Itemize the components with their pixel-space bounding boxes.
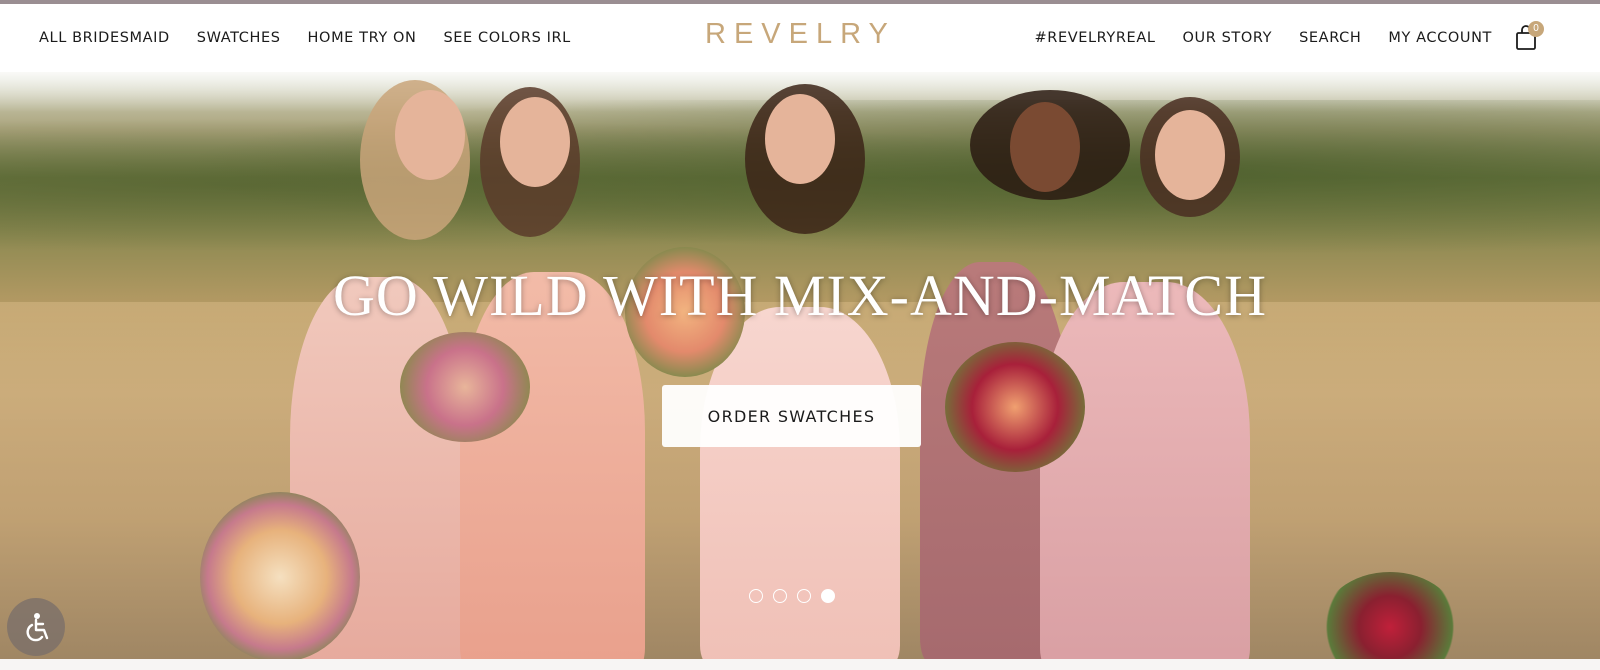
nav-see-colors-irl[interactable]: SEE COLORS IRL: [443, 30, 570, 46]
nav-revelry-real[interactable]: #REVELRYREAL: [1035, 30, 1156, 46]
cart-count-badge: 0: [1528, 21, 1544, 37]
nav-swatches[interactable]: SWATCHES: [197, 30, 281, 46]
hero-photo-detail: [1010, 102, 1080, 192]
carousel-indicators: [749, 589, 835, 603]
accessibility-icon[interactable]: [7, 598, 65, 656]
nav-home-try-on[interactable]: HOME TRY ON: [308, 30, 417, 46]
order-swatches-button[interactable]: ORDER SWATCHES: [662, 385, 921, 447]
hero-photo-detail: [500, 97, 570, 187]
carousel-dot-4[interactable]: [821, 589, 835, 603]
brand-logo[interactable]: REVELRY: [705, 18, 888, 51]
hero-photo-dress: [1040, 282, 1250, 659]
hero-photo-bouquet: [945, 342, 1085, 472]
hero-photo-detail: [765, 94, 835, 184]
carousel-dot-3[interactable]: [797, 589, 811, 603]
page-below-fold: [0, 659, 1600, 670]
carousel-dot-1[interactable]: [749, 589, 763, 603]
hero-photo-bouquet: [400, 332, 530, 442]
nav-our-story[interactable]: OUR STORY: [1183, 30, 1273, 46]
hero-photo-bouquet: [200, 492, 360, 659]
hero-banner: GO WILD WITH MIX-AND-MATCH ORDER SWATCHE…: [0, 72, 1600, 659]
nav-all-bridesmaid[interactable]: ALL BRIDESMAID: [39, 30, 170, 46]
primary-nav-right: #REVELRYREAL OUR STORY SEARCH MY ACCOUNT: [1035, 4, 1492, 72]
primary-nav-left: ALL BRIDESMAID SWATCHES HOME TRY ON SEE …: [39, 4, 571, 72]
site-header: ALL BRIDESMAID SWATCHES HOME TRY ON SEE …: [0, 4, 1600, 72]
hero-title: GO WILD WITH MIX-AND-MATCH: [332, 263, 1267, 328]
nav-my-account[interactable]: MY ACCOUNT: [1388, 30, 1492, 46]
nav-search[interactable]: SEARCH: [1299, 30, 1361, 46]
carousel-dot-2[interactable]: [773, 589, 787, 603]
hero-photo-dress: [460, 272, 645, 659]
hero-photo-detail: [1155, 110, 1225, 200]
hero-photo-detail: [395, 90, 465, 180]
hero-photo-dress: [700, 307, 900, 659]
